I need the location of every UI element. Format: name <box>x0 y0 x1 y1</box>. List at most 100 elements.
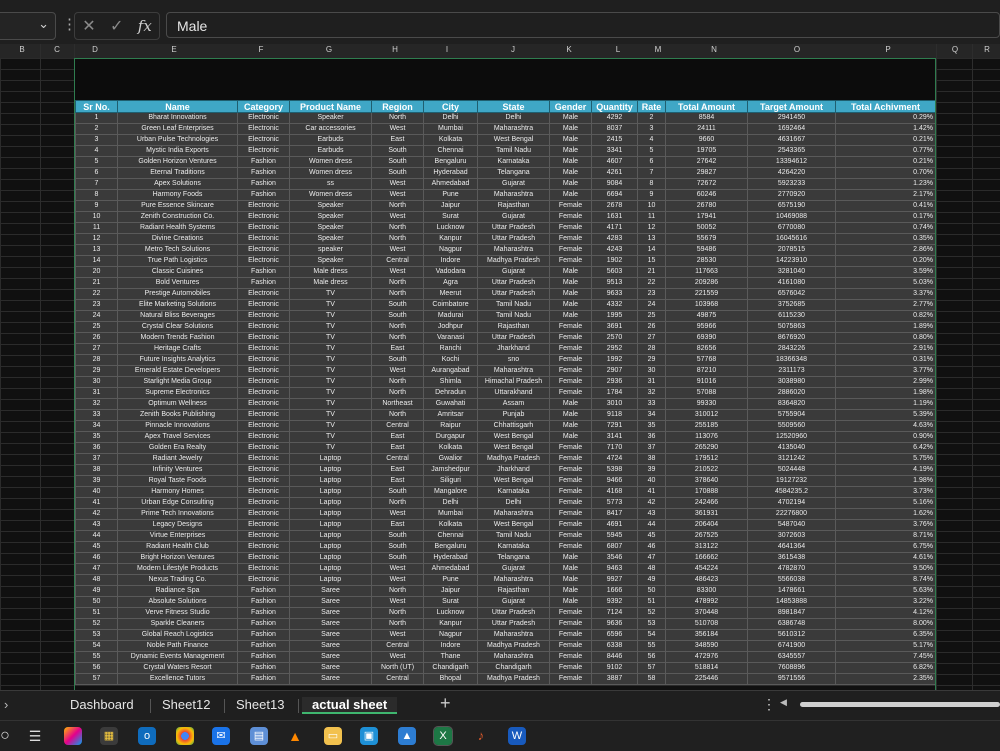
table-cell[interactable]: Car accessories <box>289 123 372 135</box>
table-cell[interactable]: Nexus Trading Co. <box>117 574 238 586</box>
table-cell[interactable]: 209286 <box>665 277 748 289</box>
table-cell[interactable]: Urban Edge Consulting <box>117 497 238 509</box>
table-cell[interactable]: Maharashtra <box>477 189 550 201</box>
table-cell[interactable]: 0.21% <box>835 156 935 168</box>
table-cell[interactable]: 6.35% <box>835 629 935 641</box>
table-cell[interactable]: Saree <box>289 607 372 619</box>
table-cell[interactable]: East <box>371 431 424 443</box>
table-cell[interactable]: South <box>371 354 424 366</box>
table-cell[interactable]: TV <box>289 343 372 355</box>
table-row[interactable]: 36 Golden Era Realty Electronic TV East Kolka… <box>75 442 935 454</box>
table-cell[interactable]: 3887 <box>591 673 638 685</box>
table-cell[interactable]: West <box>371 365 424 377</box>
table-cell[interactable]: 49 <box>637 574 666 586</box>
table-cell[interactable]: 0.80% <box>835 332 935 344</box>
table-cell[interactable]: Zenith Construction Co. <box>117 211 238 223</box>
table-cell[interactable]: TV <box>289 420 372 432</box>
table-cell[interactable]: 2.99% <box>835 376 935 388</box>
table-cell[interactable]: 48 <box>75 574 118 586</box>
table-cell[interactable]: 20 <box>75 266 118 278</box>
store-icon[interactable]: ▣ <box>360 727 378 745</box>
table-cell[interactable]: Saree <box>289 618 372 630</box>
table-cell[interactable]: Electronic <box>237 497 290 509</box>
table-row[interactable]: 14 True Path Logistics Electronic Speaker Ce… <box>75 255 935 267</box>
table-cell[interactable]: Uttar Pradesh <box>477 618 550 630</box>
table-cell[interactable]: 8037 <box>591 123 638 135</box>
table-cell[interactable]: Electronic <box>237 233 290 245</box>
table-cell[interactable]: North <box>371 233 424 245</box>
table-cell[interactable]: Laptop <box>289 563 372 575</box>
table-cell[interactable]: North <box>371 112 424 124</box>
table-cell[interactable]: Shimla <box>423 376 478 388</box>
column-letter[interactable]: Q <box>952 45 958 54</box>
table-cell[interactable]: 11 <box>75 222 118 234</box>
table-cell[interactable]: 9927 <box>591 574 638 586</box>
table-cell[interactable]: Global Reach Logistics <box>117 629 238 641</box>
vlc-icon[interactable]: ▲ <box>286 727 304 745</box>
table-cell[interactable]: Male <box>549 145 592 157</box>
table-cell[interactable]: 10469088 <box>747 211 836 223</box>
table-cell[interactable]: Laptop <box>289 497 372 509</box>
table-cell[interactable]: 2 <box>75 123 118 135</box>
table-cell[interactable]: Female <box>549 255 592 267</box>
table-cell[interactable]: 313122 <box>665 541 748 553</box>
table-cell[interactable]: 35 <box>637 420 666 432</box>
table-cell[interactable]: 5.03% <box>835 277 935 289</box>
table-cell[interactable]: Durgapur <box>423 431 478 443</box>
table-cell[interactable]: 1902 <box>591 255 638 267</box>
table-cell[interactable]: 1.89% <box>835 321 935 333</box>
table-cell[interactable]: 4243 <box>591 244 638 256</box>
table-row[interactable]: 23 Elite Marketing Solutions Electronic TV S… <box>75 299 935 311</box>
table-cell[interactable]: North <box>371 321 424 333</box>
table-cell[interactable]: 0.82% <box>835 310 935 322</box>
column-header[interactable]: Name <box>117 100 238 113</box>
table-cell[interactable]: 5.17% <box>835 640 935 652</box>
table-row[interactable]: 50 Absolute Solutions Fashion Saree West Sura… <box>75 596 935 608</box>
table-cell[interactable]: 34 <box>75 420 118 432</box>
table-cell[interactable]: West Bengal <box>477 475 550 487</box>
table-cell[interactable]: Speaker <box>289 255 372 267</box>
table-cell[interactable]: West <box>371 266 424 278</box>
table-cell[interactable]: Raipur <box>423 420 478 432</box>
table-cell[interactable]: Coimbatore <box>423 299 478 311</box>
table-cell[interactable]: 5024448 <box>747 464 836 476</box>
table-cell[interactable]: 21 <box>75 277 118 289</box>
chrome-icon[interactable] <box>176 727 194 745</box>
table-cell[interactable]: 225446 <box>665 673 748 685</box>
table-cell[interactable]: Zenith Books Publishing <box>117 409 238 421</box>
table-cell[interactable]: 4.61% <box>835 552 935 564</box>
table-cell[interactable]: 8676920 <box>747 332 836 344</box>
table-cell[interactable]: TV <box>289 332 372 344</box>
table-cell[interactable]: Female <box>549 354 592 366</box>
table-cell[interactable]: 9.50% <box>835 563 935 575</box>
column-letter[interactable]: K <box>566 45 571 54</box>
table-cell[interactable]: North <box>371 497 424 509</box>
table-cell[interactable]: Electronic <box>237 409 290 421</box>
table-cell[interactable]: 454224 <box>665 563 748 575</box>
table-cell[interactable]: Fashion <box>237 266 290 278</box>
insert-function-icon[interactable]: fx <box>138 17 152 35</box>
table-cell[interactable]: Speaker <box>289 233 372 245</box>
table-cell[interactable]: 27 <box>75 343 118 355</box>
table-cell[interactable]: 51 <box>637 596 666 608</box>
table-cell[interactable]: 5.39% <box>835 409 935 421</box>
table-row[interactable]: 25 Crystal Clear Solutions Electronic TV Nor… <box>75 321 935 333</box>
table-cell[interactable]: East <box>371 519 424 531</box>
table-cell[interactable]: Elite Marketing Solutions <box>117 299 238 311</box>
table-cell[interactable]: Vadodara <box>423 266 478 278</box>
table-cell[interactable]: 4171 <box>591 222 638 234</box>
table-cell[interactable]: Electronic <box>237 453 290 465</box>
table-cell[interactable]: 37 <box>75 453 118 465</box>
table-cell[interactable]: Crystal Clear Solutions <box>117 321 238 333</box>
table-row[interactable]: 22 Prestige Automobiles Electronic TV North M… <box>75 288 935 300</box>
table-cell[interactable]: 10 <box>637 200 666 212</box>
table-cell[interactable]: Kolkata <box>423 519 478 531</box>
table-cell[interactable]: Electronic <box>237 145 290 157</box>
table-cell[interactable]: 0.41% <box>835 200 935 212</box>
table-cell[interactable]: Nagpur <box>423 629 478 641</box>
table-cell[interactable]: 28 <box>75 354 118 366</box>
table-cell[interactable]: 5487040 <box>747 519 836 531</box>
table-cell[interactable]: 4161080 <box>747 277 836 289</box>
table-cell[interactable]: 26780 <box>665 200 748 212</box>
table-cell[interactable]: Natural Bliss Beverages <box>117 310 238 322</box>
